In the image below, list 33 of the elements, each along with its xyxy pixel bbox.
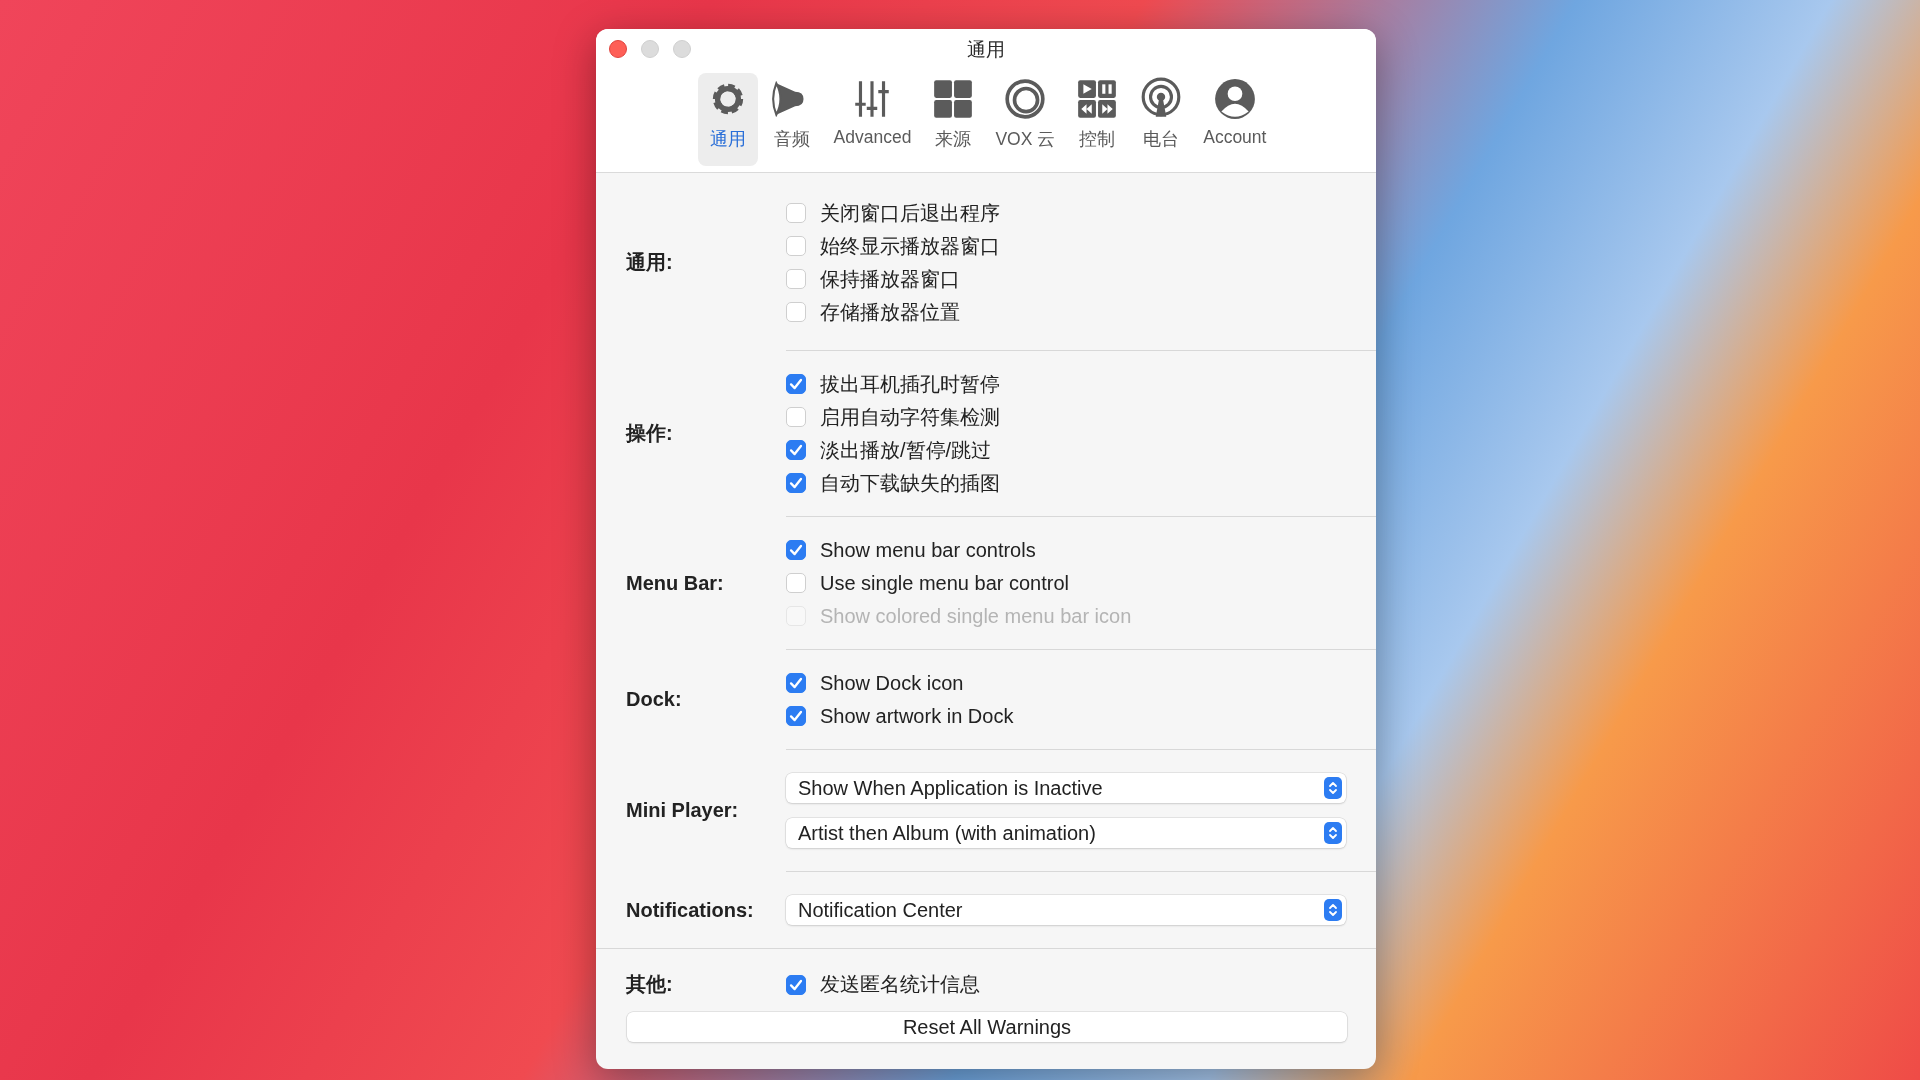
checkbox-label[interactable]: 关闭窗口后退出程序 [820, 199, 1000, 227]
section-label: 其他: [625, 972, 674, 997]
checkbox-label[interactable]: Show artwork in Dock [820, 704, 1014, 728]
toolbar-tab[interactable]: 电台 [1131, 73, 1192, 166]
popup-button[interactable]: Notification Center [786, 895, 1346, 925]
section-label: Notifications: [625, 898, 755, 922]
checkbox-label[interactable]: 存储播放器位置 [820, 298, 960, 326]
checkbox-label[interactable]: 发送匿名统计信息 [820, 971, 980, 998]
popup-button[interactable]: Show When Application is Inactive [786, 773, 1346, 803]
toolbar-tab[interactable]: VOX 云 [987, 73, 1064, 166]
section-label: Dock: [625, 688, 683, 711]
toolbar-tab[interactable]: 来源 [923, 73, 984, 166]
checkbox-label[interactable]: 淡出播放/暂停/跳过 [820, 436, 992, 464]
toolbar-tab[interactable]: 控制 [1067, 73, 1128, 166]
section-label: 操作: [624, 421, 674, 446]
checkbox-label[interactable]: 始终显示播放器窗口 [820, 232, 1000, 260]
section-label: Mini Player: [625, 799, 740, 822]
toolbar-tab[interactable]: 音频 [761, 73, 822, 166]
toolbar-tab[interactable]: Advanced [825, 73, 920, 166]
checkbox-label[interactable]: Show Dock icon [820, 671, 964, 695]
checkbox-label[interactable]: 自动下载缺失的插图 [820, 469, 1000, 497]
checkbox-label[interactable]: Show menu bar controls [820, 538, 1036, 562]
window-title: 通用 [967, 38, 1005, 62]
popup-button[interactable]: Artist then Album (with animation) [786, 818, 1346, 848]
toolbar-tab[interactable]: Account [1195, 73, 1275, 166]
section-label: Menu Bar: [625, 571, 725, 595]
reset-warnings-button[interactable]: Reset All Warnings [627, 1012, 1347, 1042]
section-label: 通用: [625, 250, 674, 275]
checkbox-label[interactable]: 保持播放器窗口 [820, 265, 960, 293]
checkbox-label[interactable]: 拔出耳机插孔时暂停 [820, 370, 1000, 398]
toolbar-tab[interactable]: 通用 [697, 73, 758, 166]
checkbox-label[interactable]: Use single menu bar control [820, 571, 1069, 595]
checkbox-label[interactable]: 启用自动字符集检测 [820, 403, 1000, 431]
